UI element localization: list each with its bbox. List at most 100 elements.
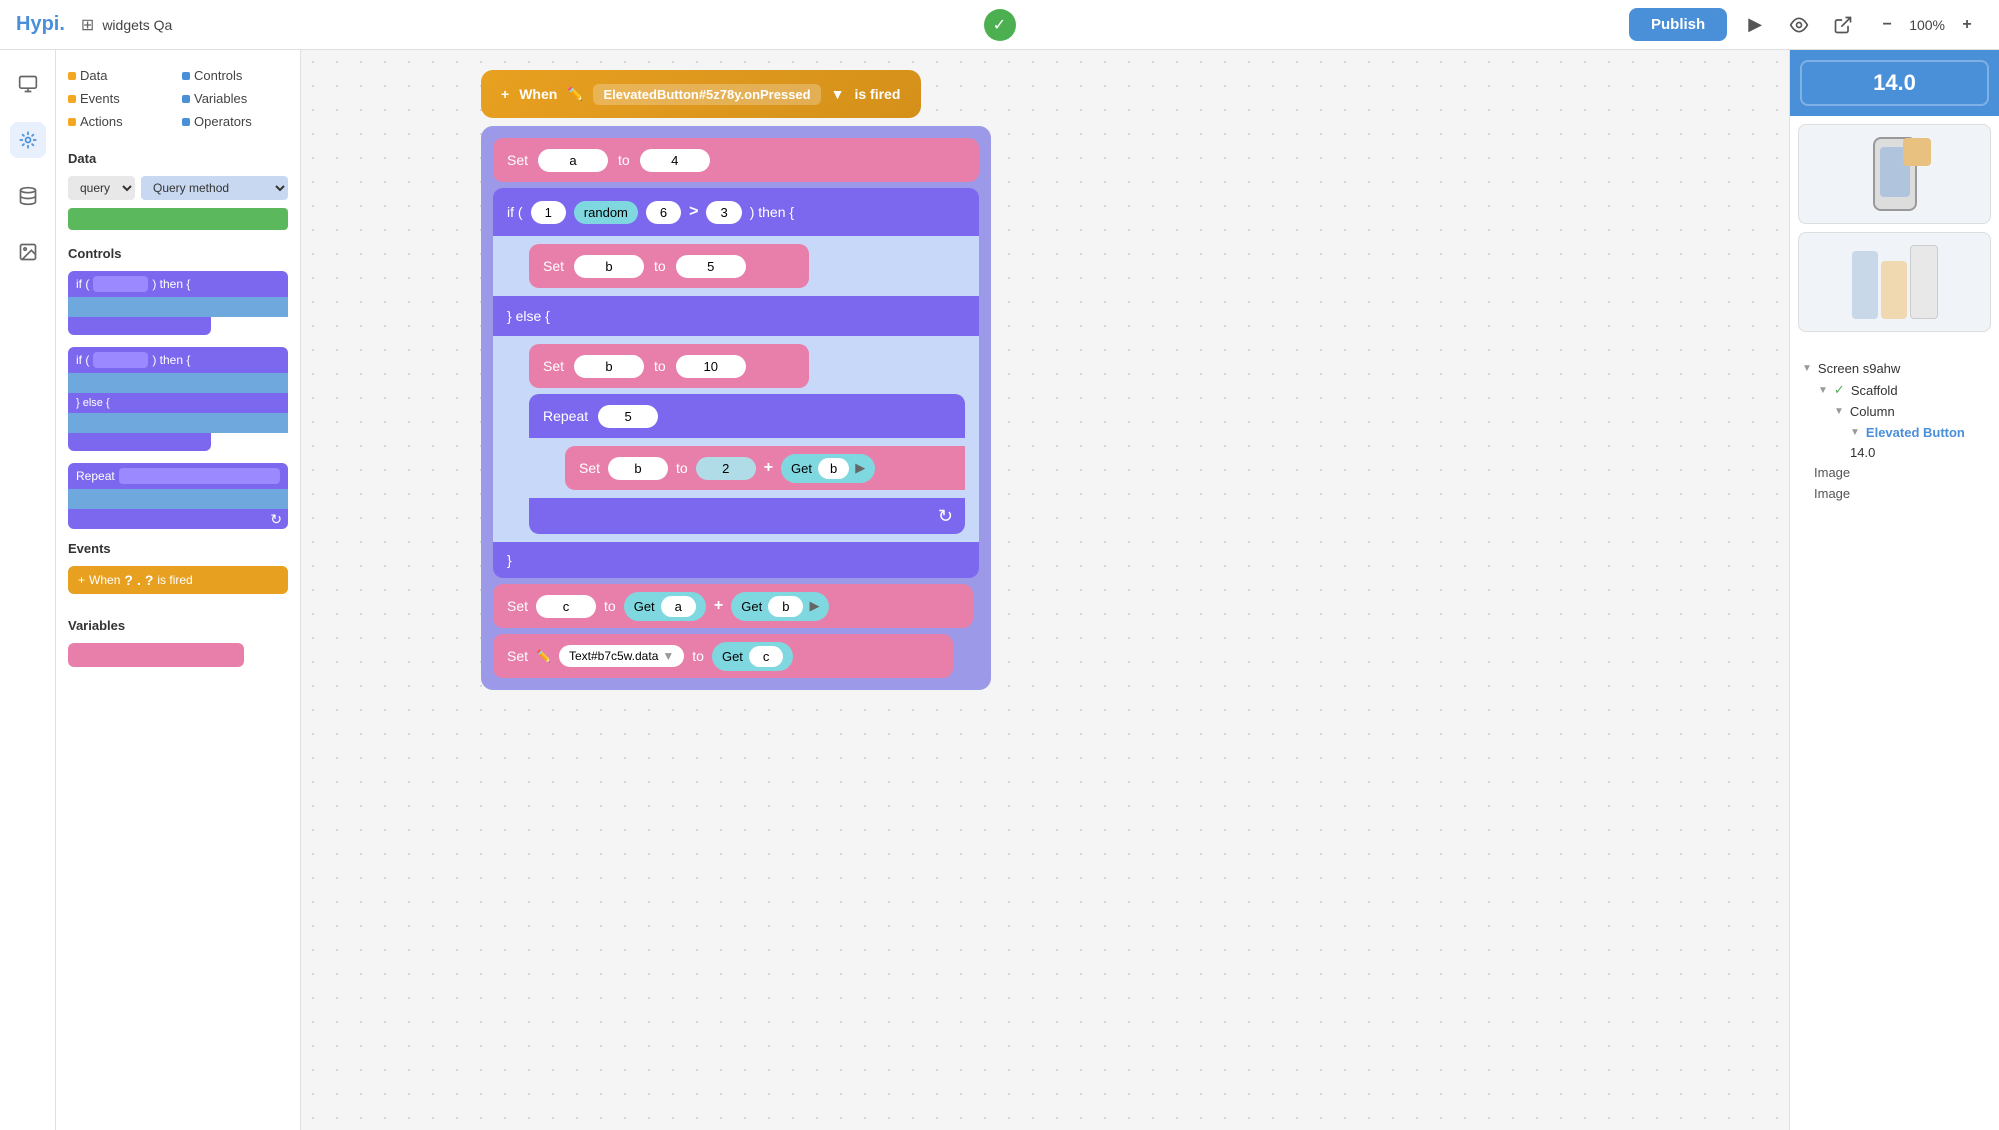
- set-a-block: Set a to 4: [493, 138, 979, 182]
- plus-op-expr: +: [764, 459, 773, 477]
- canvas-blocks: + When ✏️ ElevatedButton#5z78y.onPressed…: [481, 70, 991, 690]
- get-var-a: a: [661, 596, 696, 617]
- category-data[interactable]: Data: [68, 66, 174, 85]
- repeat-val[interactable]: 5: [598, 405, 658, 428]
- get-label-b2: Get: [741, 599, 762, 614]
- var-c[interactable]: c: [536, 595, 596, 618]
- if-block-canvas: if ( 1 random 6 > 3 ) then { Set b to: [493, 188, 979, 578]
- else-label: } else {: [493, 296, 979, 336]
- get-var-b2: b: [768, 596, 803, 617]
- text-ref-input[interactable]: Text#b7c5w.data ▼: [559, 645, 684, 667]
- preview-button[interactable]: [1783, 9, 1815, 41]
- topbar: Hypi. ⊞ widgets Qa ✓ Publish ▶ − 100% +: [0, 0, 1999, 50]
- cond-2[interactable]: 6: [646, 201, 681, 224]
- set-b-expr-block: Set b to 2 + Get b ▶: [565, 446, 965, 490]
- val-a-input[interactable]: 4: [640, 149, 710, 172]
- gt-op: >: [689, 203, 698, 221]
- tree-label-scaffold: Scaffold: [1851, 383, 1898, 398]
- value-badge: 14.0: [1800, 60, 1989, 106]
- query-select[interactable]: query: [68, 176, 135, 200]
- zoom-out-button[interactable]: −: [1871, 9, 1903, 41]
- variables-section-title: Variables: [68, 618, 288, 633]
- var-b10[interactable]: b: [574, 355, 644, 378]
- tree-arrow-column: ▼: [1834, 406, 1844, 417]
- sidebar-database-icon[interactable]: [10, 178, 46, 214]
- data-block: query Query method: [68, 176, 288, 230]
- widget-ref: ElevatedButton#5z78y.onPressed: [593, 84, 820, 105]
- tree-label-screen: Screen s9ahw: [1818, 361, 1900, 376]
- project-name: widgets Qa: [102, 17, 172, 33]
- get-a-block: Get a: [624, 592, 706, 621]
- set-c-block: Set c to Get a + Get b ▶: [493, 584, 973, 628]
- var-b-expr[interactable]: b: [608, 457, 668, 480]
- zoom-in-button[interactable]: +: [1951, 9, 1983, 41]
- when-q2: .: [137, 572, 141, 588]
- tree-item-scaffold[interactable]: ▼ ✓ Scaffold: [1802, 379, 1987, 401]
- events-section-title: Events: [68, 541, 288, 556]
- category-variables[interactable]: Variables: [182, 89, 288, 108]
- category-events[interactable]: Events: [68, 89, 174, 108]
- category-actions[interactable]: Actions: [68, 112, 174, 131]
- to-c: to: [604, 598, 616, 614]
- query-method-select[interactable]: Query method: [141, 176, 288, 200]
- controls-section-title: Controls: [68, 246, 288, 261]
- get-label-c: Get: [722, 649, 743, 664]
- when-q1: ?: [124, 572, 133, 588]
- set-b-5-block: Set b to 5: [529, 244, 809, 288]
- var-b5-input[interactable]: b: [574, 255, 644, 278]
- pencil-icon-text: ✏️: [536, 649, 551, 663]
- random-op: random: [574, 201, 638, 224]
- component-tree: ▼ Screen s9ahw ▼ ✓ Scaffold ▼ Column ▼ E…: [1790, 348, 1999, 1130]
- set-label-b5: Set: [543, 258, 564, 274]
- category-controls[interactable]: Controls: [182, 66, 288, 85]
- value-display: 14.0: [1790, 50, 1999, 116]
- cond-3[interactable]: 3: [706, 201, 741, 224]
- to-b5: to: [654, 258, 666, 274]
- when-event-block[interactable]: + When ? . ? is fired: [68, 566, 288, 594]
- cond-1[interactable]: 1: [531, 201, 566, 224]
- tree-value-row: 14.0: [1802, 443, 1987, 462]
- get-var-c: c: [749, 646, 784, 667]
- dropdown-arrow: ▼: [831, 86, 845, 102]
- set-b-10-block: Set b to 10: [529, 344, 809, 388]
- canvas[interactable]: + When ✏️ ElevatedButton#5z78y.onPressed…: [301, 50, 1789, 1130]
- device-thumb-2[interactable]: [1798, 232, 1991, 332]
- publish-button[interactable]: Publish: [1629, 8, 1727, 41]
- set-label-expr: Set: [579, 460, 600, 476]
- sidebar-image-icon[interactable]: [10, 234, 46, 270]
- when-block-canvas[interactable]: + When ✏️ ElevatedButton#5z78y.onPressed…: [481, 70, 921, 118]
- when-plus: +: [501, 86, 509, 102]
- tree-label-column: Column: [1850, 404, 1895, 419]
- device-thumb-1[interactable]: [1798, 124, 1991, 224]
- to-label-a: to: [618, 152, 630, 168]
- sidebar-files-icon[interactable]: [10, 66, 46, 102]
- check-icon: ✓: [984, 9, 1016, 41]
- var-a-input[interactable]: a: [538, 149, 608, 172]
- tree-item-elevated-button[interactable]: ▼ Elevated Button: [1802, 422, 1987, 443]
- repeat-block-sidebar: Repeat ↻: [68, 463, 288, 529]
- repeat-footer: ↻: [529, 498, 965, 534]
- repeat-arrow-icon: ↻: [938, 506, 953, 527]
- to-expr: to: [676, 460, 688, 476]
- then-label-1: ) then {: [152, 277, 190, 291]
- then-text: ) then {: [750, 204, 794, 220]
- tree-item-column[interactable]: ▼ Column: [1802, 401, 1987, 422]
- play-button[interactable]: ▶: [1739, 9, 1771, 41]
- get-label-b: Get: [791, 461, 812, 476]
- when-q3: ?: [145, 572, 154, 588]
- sidebar-network-icon[interactable]: [10, 122, 46, 158]
- val-b10[interactable]: 10: [676, 355, 746, 378]
- to-b10: to: [654, 358, 666, 374]
- close-brace: }: [493, 542, 979, 578]
- val-2[interactable]: 2: [696, 457, 756, 480]
- external-link-button[interactable]: [1827, 9, 1859, 41]
- project-grid-icon: ⊞: [81, 15, 94, 35]
- val-b5[interactable]: 5: [676, 255, 746, 278]
- tree-label-button: Elevated Button: [1866, 425, 1965, 440]
- repeat-label: Repeat: [76, 469, 115, 483]
- data-query-row: query Query method: [68, 176, 288, 200]
- tree-arrow-button: ▼: [1850, 427, 1860, 438]
- category-operators[interactable]: Operators: [182, 112, 288, 131]
- get-b-block: Get b ▶: [781, 454, 875, 483]
- tree-item-screen[interactable]: ▼ Screen s9ahw: [1802, 358, 1987, 379]
